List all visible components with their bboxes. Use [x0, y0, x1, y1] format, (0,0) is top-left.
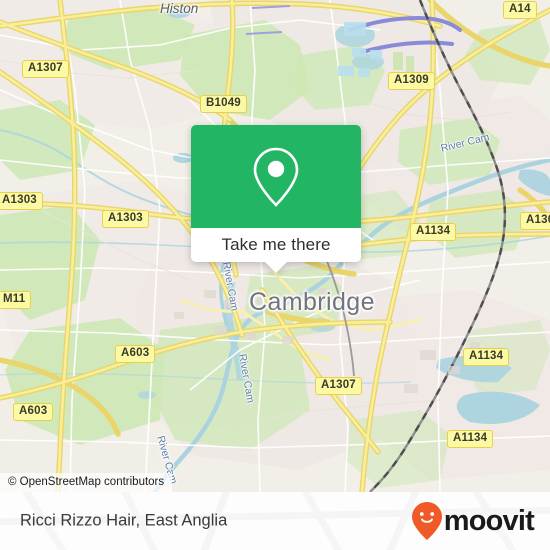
- popup-tail-icon: [265, 262, 287, 273]
- place-title: Ricci Rizzo Hair, East Anglia: [20, 511, 228, 530]
- osm-attribution[interactable]: © OpenStreetMap contributors: [0, 473, 173, 492]
- road-shield: A1307: [315, 377, 362, 395]
- road-shield: A1303: [102, 210, 149, 228]
- road-shield: A1134: [410, 223, 457, 241]
- road-shield: A1309: [388, 72, 435, 90]
- popup-action-bar[interactable]: Take me there: [191, 228, 361, 273]
- map-pin-icon: [253, 147, 299, 207]
- moovit-wordmark: moovit: [443, 504, 535, 537]
- road-shield: A1307: [22, 60, 69, 78]
- city-label-cambridge: Cambridge: [249, 288, 375, 316]
- moovit-logo[interactable]: moovit: [411, 502, 535, 540]
- location-popup[interactable]: Take me there: [191, 125, 361, 273]
- footer-bar: Ricci Rizzo Hair, East Anglia moovit: [0, 492, 550, 550]
- road-shield: A1303: [520, 212, 550, 230]
- road-shield: A1134: [463, 348, 510, 366]
- road-shield: A1134: [447, 430, 494, 448]
- popup-header: [191, 125, 361, 228]
- take-me-there-label: Take me there: [221, 235, 331, 254]
- moovit-smiley-pin-icon: [411, 502, 442, 540]
- road-shield: M11: [0, 291, 32, 309]
- road-shield: A603: [115, 345, 156, 363]
- town-label-histon: Histon: [160, 1, 199, 16]
- road-shield: A14: [503, 1, 537, 19]
- road-shield: A603: [13, 403, 54, 421]
- screenshot-root: A1307 B1049 A1309 A14 A1303 A1303 A1134 …: [0, 0, 550, 550]
- road-shield: A1303: [0, 192, 43, 210]
- road-shield: B1049: [200, 95, 247, 113]
